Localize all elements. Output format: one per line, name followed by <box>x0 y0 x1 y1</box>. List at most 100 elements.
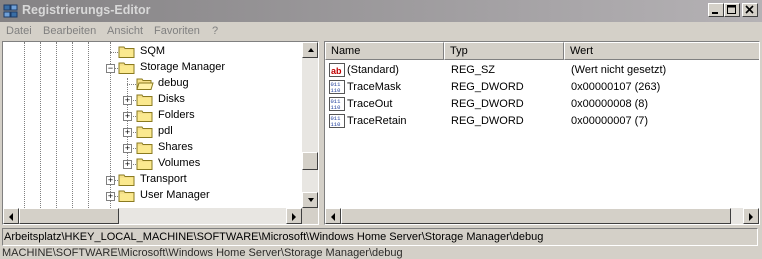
menu-bar: Datei Bearbeiten Ansicht Favoriten ? <box>0 22 762 40</box>
tree-line <box>127 84 136 85</box>
expand-icon[interactable]: + <box>123 112 132 121</box>
menu-bearbeiten[interactable]: Bearbeiten <box>43 25 96 37</box>
column-header-type[interactable]: Typ <box>444 42 564 60</box>
scroll-left-button[interactable] <box>3 208 19 224</box>
column-header-value[interactable]: Wert <box>564 42 759 60</box>
tree-item-storage-manager[interactable]: − Storage Manager <box>3 60 301 76</box>
folder-icon <box>136 126 153 138</box>
value-row[interactable]: 011 110 TraceOut REG_DWORD 0x00000008 (8) <box>325 96 755 113</box>
svg-text:110: 110 <box>331 104 341 111</box>
tree-horizontal-scrollbar[interactable] <box>3 208 302 224</box>
arrow-right-icon <box>292 213 296 221</box>
expand-icon[interactable]: + <box>106 192 115 201</box>
scroll-down-button[interactable] <box>302 192 318 208</box>
svg-text:110: 110 <box>331 121 341 128</box>
tree-item-volumes[interactable]: + Volumes <box>3 156 301 172</box>
folder-icon <box>118 190 135 202</box>
tree-item-disks[interactable]: + Disks <box>3 92 301 108</box>
scroll-up-button[interactable] <box>302 42 318 58</box>
tree-item-label: pdl <box>158 125 173 137</box>
value-name-cell: TraceMask <box>347 81 401 93</box>
folder-icon <box>118 46 135 58</box>
value-type-cell: REG_DWORD <box>451 115 524 127</box>
scroll-thumb[interactable] <box>302 152 318 170</box>
svg-text:ab: ab <box>331 66 342 76</box>
list-horizontal-scrollbar[interactable] <box>325 208 759 224</box>
tree-vertical-scrollbar[interactable] <box>302 42 318 208</box>
scroll-thumb[interactable] <box>19 208 119 224</box>
scroll-right-button[interactable] <box>286 208 302 224</box>
open-folder-icon <box>136 78 154 90</box>
tree-item-transport[interactable]: + Transport <box>3 172 301 188</box>
value-row[interactable]: ab (Standard) REG_SZ (Wert nicht gesetzt) <box>325 62 755 79</box>
tree-item-label: Transport <box>140 173 187 185</box>
dword-value-icon: 011110 <box>329 97 345 111</box>
arrow-left-icon <box>331 213 335 221</box>
value-value-cell: 0x00000007 (7) <box>571 115 649 127</box>
column-header-name[interactable]: Name <box>325 42 444 60</box>
close-button[interactable] <box>742 3 758 17</box>
scroll-left-button[interactable] <box>325 208 341 224</box>
scroll-thumb[interactable] <box>341 208 731 224</box>
value-type-cell: REG_SZ <box>451 64 496 76</box>
tree-item-label: Volumes <box>158 157 201 169</box>
tree-item-label: User Manager <box>140 189 210 201</box>
tree-item-debug[interactable]: debug <box>3 76 301 92</box>
arrow-down-icon <box>308 198 314 202</box>
tree-item-label: debug <box>158 77 189 89</box>
expand-icon[interactable]: + <box>123 96 132 105</box>
arrow-left-icon <box>9 213 13 221</box>
tree-item-label: Shares <box>158 141 193 153</box>
value-row[interactable]: 011 110 TraceMask REG_DWORD 0x00000107 (263) <box>325 79 755 96</box>
folder-icon <box>136 158 153 170</box>
value-name-cell: (Standard) <box>347 64 399 76</box>
menu-ansicht[interactable]: Ansicht <box>107 25 143 37</box>
tree-line <box>110 52 118 53</box>
tree-item-sqm[interactable]: SQM <box>3 44 301 60</box>
menu-favoriten[interactable]: Favoriten <box>154 25 200 37</box>
folder-icon <box>136 110 153 122</box>
status-ghost-text: MACHINE\SOFTWARE\Microsoft\Windows Home … <box>2 247 403 259</box>
value-type-cell: REG_DWORD <box>451 81 524 93</box>
value-value-cell: 0x00000107 (263) <box>571 81 661 93</box>
key-path: Arbeitsplatz\HKEY_LOCAL_MACHINE\SOFTWARE… <box>2 228 758 246</box>
tree-item-user-manager[interactable]: + User Manager <box>3 188 301 204</box>
value-row[interactable]: 011 110 TraceRetain REG_DWORD 0x00000007 (7) <box>325 113 755 130</box>
maximize-button[interactable] <box>724 3 740 17</box>
key-tree-pane[interactable]: SQM − Storage Manager debug + Disks + Folders + p… <box>2 41 319 225</box>
tree-item-label: SQM <box>140 45 166 57</box>
value-value-cell: 0x00000008 (8) <box>571 98 649 110</box>
svg-text:110: 110 <box>331 87 341 94</box>
title-bar[interactable]: Registrierungs-Editor <box>0 0 762 22</box>
minimize-button[interactable] <box>708 3 724 17</box>
menu-help[interactable]: ? <box>212 25 218 37</box>
close-icon <box>745 5 754 14</box>
expand-icon[interactable]: + <box>123 128 132 137</box>
folder-icon <box>118 174 135 186</box>
tree-item-label: Disks <box>158 93 185 105</box>
value-value-cell: (Wert nicht gesetzt) <box>571 64 667 76</box>
expand-icon[interactable]: + <box>123 144 132 153</box>
dword-value-icon: 011110 <box>329 80 345 94</box>
folder-icon <box>136 94 153 106</box>
collapse-icon[interactable]: − <box>106 64 115 73</box>
values-list-pane[interactable]: Name Typ Wert ab (Standard) REG_SZ (Wert ni… <box>324 41 760 225</box>
scroll-corner <box>302 208 318 224</box>
registry-editor-icon <box>3 4 18 18</box>
tree-item-shares[interactable]: + Shares <box>3 140 301 156</box>
dword-value-icon: 011110 <box>329 114 345 128</box>
minimize-icon <box>712 12 718 14</box>
value-name-cell: TraceOut <box>347 98 393 110</box>
menu-datei[interactable]: Datei <box>6 25 32 37</box>
arrow-up-icon <box>308 48 314 52</box>
folder-icon <box>136 142 153 154</box>
tree-item-folders[interactable]: + Folders <box>3 108 301 124</box>
maximize-icon <box>727 5 736 14</box>
expand-icon[interactable]: + <box>123 160 132 169</box>
scroll-right-button[interactable] <box>743 208 759 224</box>
arrow-right-icon <box>749 213 753 221</box>
tree-item-pdl[interactable]: + pdl <box>3 124 301 140</box>
value-name-cell: TraceRetain <box>347 115 407 127</box>
expand-icon[interactable]: + <box>106 176 115 185</box>
tree-item-label: Storage Manager <box>140 61 225 73</box>
